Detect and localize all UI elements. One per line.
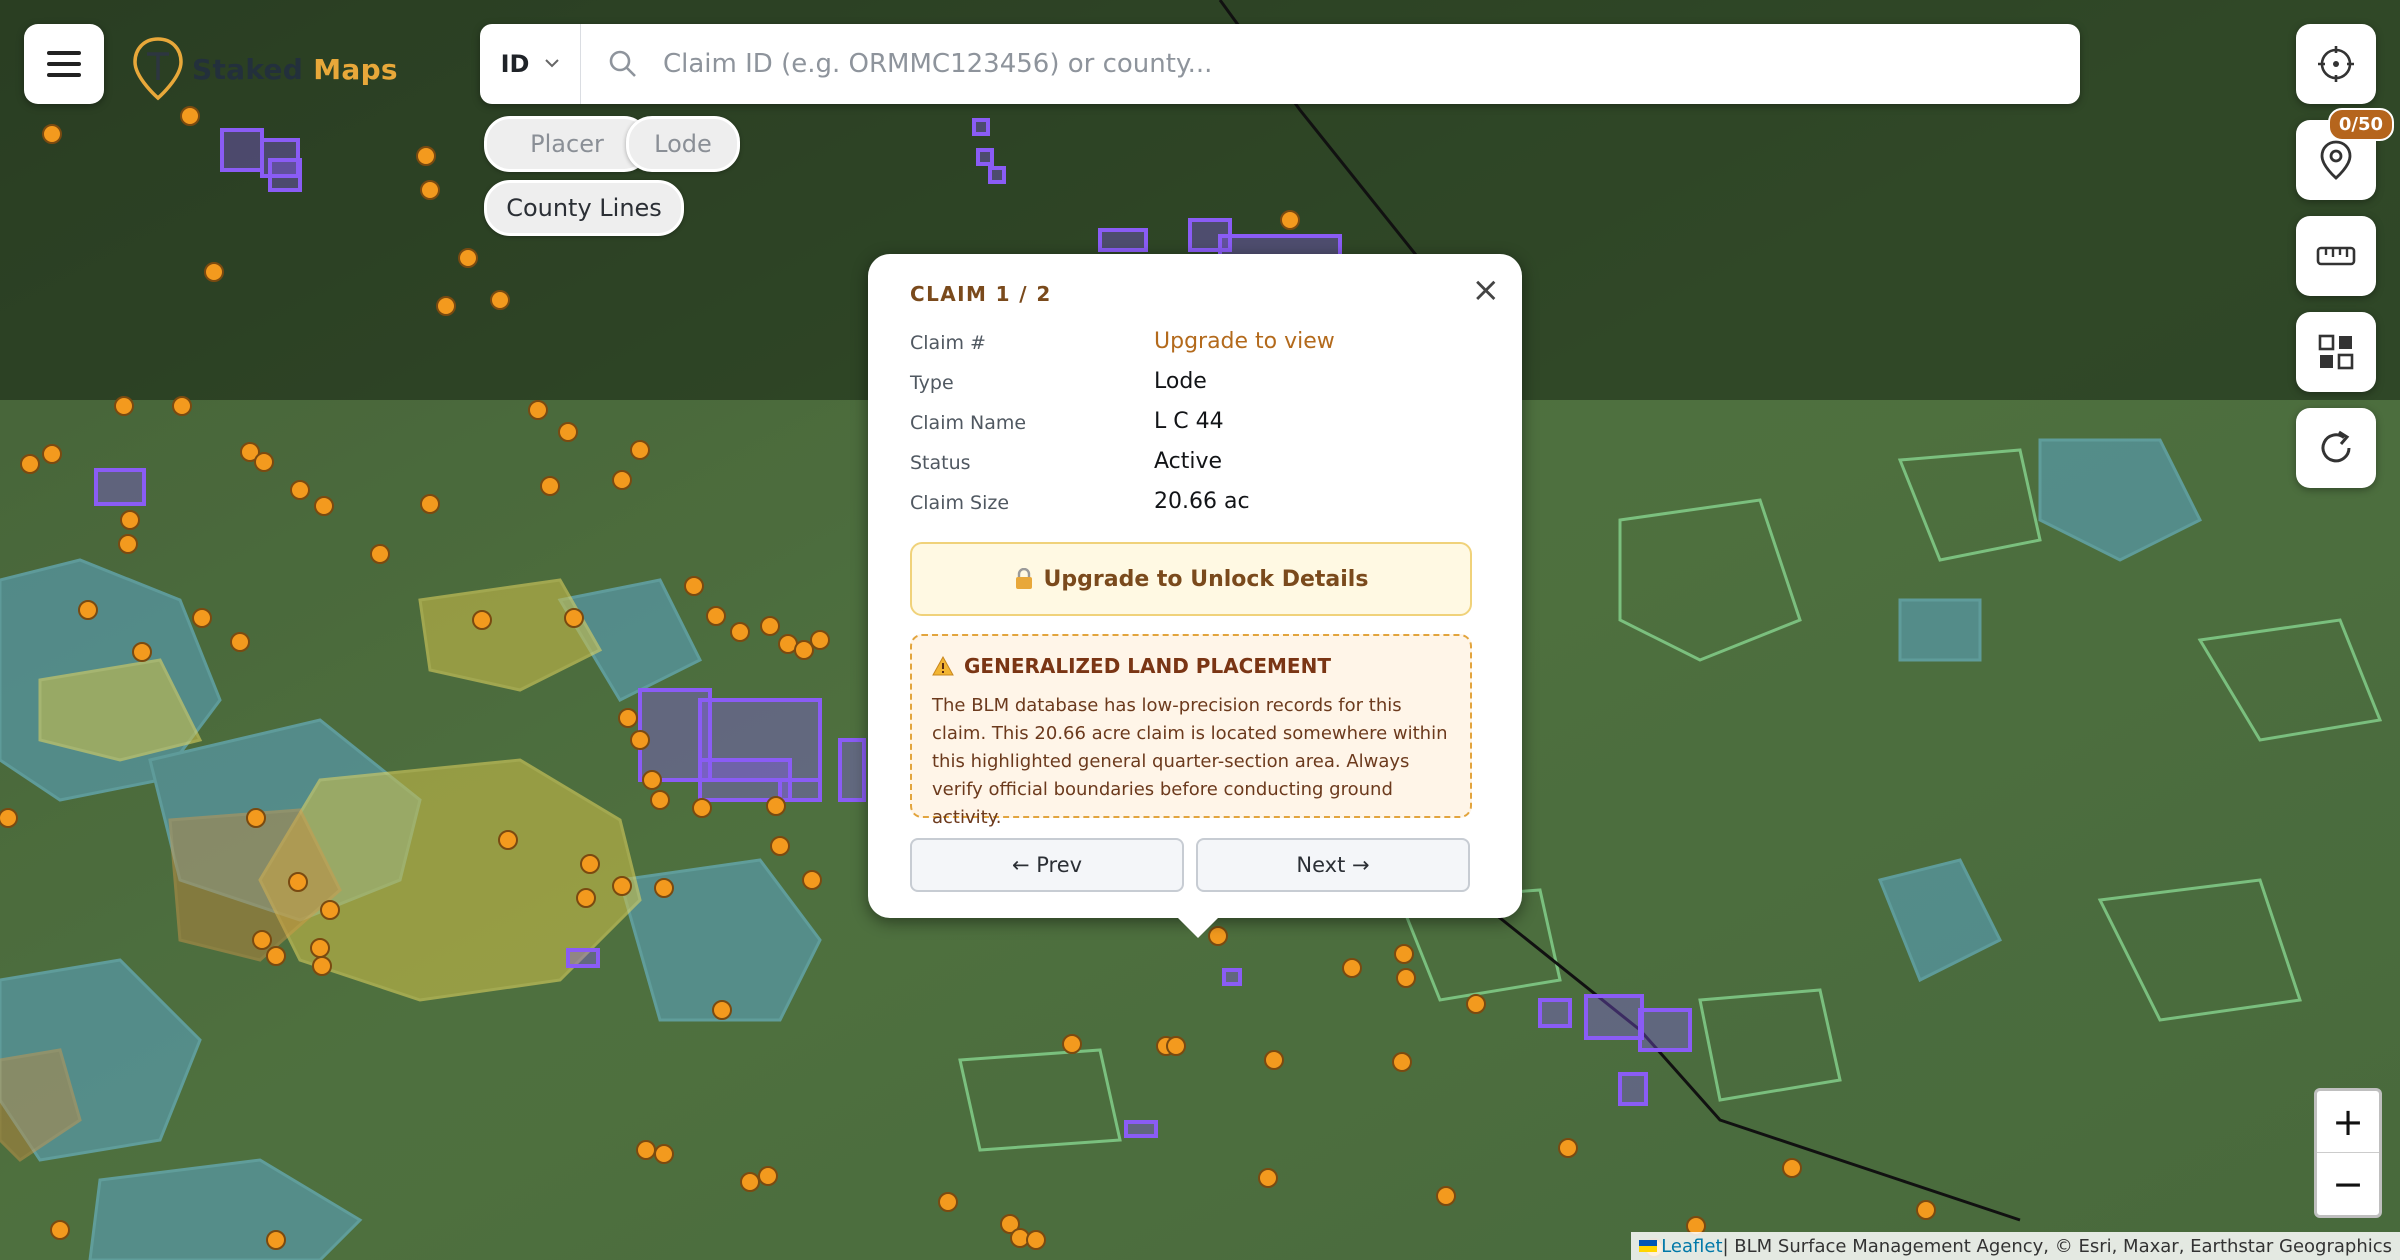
upgrade-to-view-link[interactable]: Upgrade to view — [1154, 329, 1335, 354]
hamburger-icon — [47, 51, 81, 77]
placement-warning: GENERALIZED LAND PLACEMENT The BLM datab… — [910, 634, 1472, 828]
warning-title: GENERALIZED LAND PLACEMENT — [932, 654, 1331, 678]
zoom-out-button[interactable]: − — [2317, 1153, 2379, 1214]
next-label: Next → — [1296, 853, 1370, 877]
app-logo[interactable]: Staked Maps — [132, 36, 398, 102]
refresh-icon — [2321, 430, 2351, 463]
grid-icon — [2318, 334, 2354, 370]
refresh-button[interactable] — [2296, 408, 2376, 488]
claim-popup: × CLAIM 1 / 2 Claim # Upgrade to view Ty… — [868, 254, 1522, 918]
filter-chip-lode[interactable]: Lode — [626, 116, 740, 172]
ruler-icon — [2316, 246, 2356, 266]
prev-button[interactable]: ← Prev — [910, 838, 1184, 892]
popup-tip — [1176, 916, 1220, 938]
leaflet-link[interactable]: Leaflet — [1661, 1236, 1722, 1257]
next-button[interactable]: Next → — [1196, 838, 1470, 892]
ukraine-flag-icon — [1639, 1240, 1658, 1252]
field-value: 20.66 ac — [1154, 489, 1250, 514]
state-select[interactable]: ID — [480, 24, 581, 104]
close-icon[interactable]: × — [1472, 270, 1501, 310]
filter-chip-county-lines[interactable]: County Lines — [484, 180, 684, 236]
filter-chip-label: Placer — [530, 130, 604, 158]
crosshair-icon — [2318, 46, 2354, 82]
saved-claims-button[interactable]: 0/50 — [2296, 108, 2394, 200]
field-label: Claim Size — [910, 492, 1010, 514]
field-value: Active — [1154, 449, 1223, 474]
search-bar: ID — [480, 24, 2080, 104]
warning-body: The BLM database has low-precision recor… — [932, 695, 1448, 828]
field-value: L C 44 — [1154, 409, 1224, 434]
map-pin-icon — [2320, 140, 2352, 180]
saved-count-badge: 0/50 — [2327, 108, 2394, 141]
app-name: Staked Maps — [192, 53, 398, 86]
locate-button[interactable] — [2296, 24, 2376, 104]
search-input[interactable] — [661, 48, 2045, 80]
app-name-word1: Staked — [192, 52, 304, 86]
zoom-in-button[interactable]: + — [2317, 1091, 2379, 1153]
popup-title: CLAIM 1 / 2 — [910, 282, 1052, 306]
prev-label: ← Prev — [1011, 853, 1083, 877]
menu-button[interactable] — [24, 24, 104, 104]
map-attribution: Leaflet | BLM Surface Management Agency,… — [1631, 1232, 2400, 1260]
zoom-control: + − — [2314, 1088, 2382, 1218]
app-name-word2: Maps — [313, 52, 398, 86]
field-label: Status — [910, 452, 971, 474]
state-select-value: ID — [500, 50, 530, 78]
upgrade-unlock-button[interactable]: Upgrade to Unlock Details — [910, 542, 1472, 616]
filter-chip-label: County Lines — [506, 194, 662, 222]
chevron-down-icon — [545, 59, 560, 68]
lock-icon — [1015, 568, 1032, 589]
layers-button[interactable] — [2296, 312, 2376, 392]
field-label: Claim # — [910, 332, 986, 354]
warning-icon — [932, 656, 954, 676]
measure-button[interactable] — [2296, 216, 2376, 296]
upgrade-unlock-label: Upgrade to Unlock Details — [1043, 566, 1369, 592]
field-label: Claim Name — [910, 412, 1027, 434]
field-value: Lode — [1154, 369, 1207, 394]
field-label: Type — [910, 372, 954, 394]
attribution-text: | BLM Surface Management Agency, © Esri,… — [1722, 1235, 2392, 1257]
filter-chip-label: Lode — [654, 130, 712, 158]
map-pin-logo-icon — [133, 37, 183, 101]
search-icon — [609, 50, 636, 77]
warning-title-text: GENERALIZED LAND PLACEMENT — [964, 654, 1331, 678]
